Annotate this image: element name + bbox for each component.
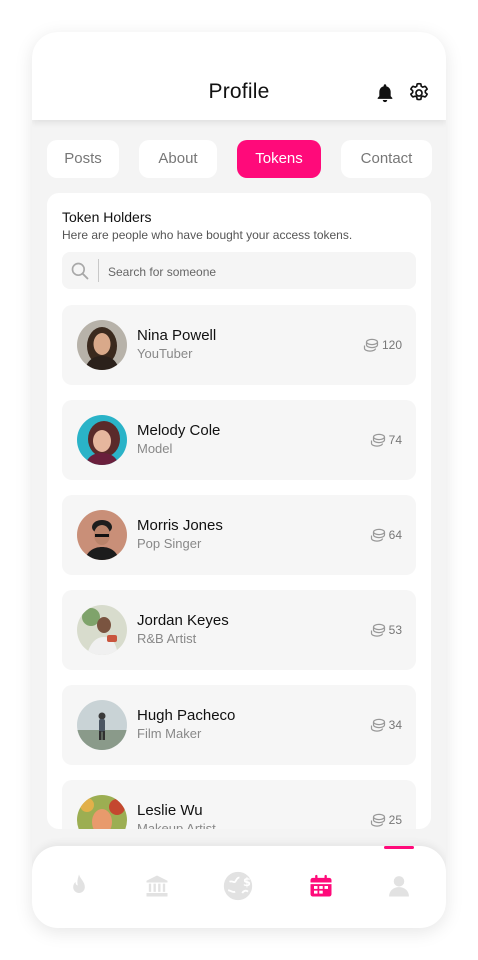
search-icon	[71, 262, 89, 280]
holder-name: Morris Jones	[137, 517, 223, 534]
coins-icon	[370, 813, 385, 827]
coins-icon	[370, 623, 385, 637]
search-input[interactable]	[106, 252, 410, 291]
holder-role: YouTuber	[137, 346, 193, 361]
holder-role: Makeup Artist	[137, 821, 216, 829]
list-item[interactable]: Jordan Keyes R&B Artist 53	[62, 590, 416, 670]
holder-role: Film Maker	[137, 726, 202, 741]
list-item[interactable]: Morris Jones Pop Singer 64	[62, 495, 416, 575]
holder-name: Leslie Wu	[137, 802, 203, 819]
avatar	[77, 700, 127, 750]
token-count: 120	[363, 337, 402, 353]
active-nav-indicator	[384, 846, 414, 849]
token-value: 34	[388, 718, 402, 732]
user-icon[interactable]	[385, 872, 413, 900]
token-value: 74	[388, 433, 402, 447]
phone-screen: Profile Posts About Tokens Contact Token…	[32, 32, 446, 928]
token-value: 64	[388, 528, 402, 542]
token-count: 25	[370, 812, 402, 828]
svg-text:$: $	[243, 875, 251, 889]
token-count: 34	[370, 717, 402, 733]
tab-contact[interactable]: Contact	[341, 140, 432, 178]
flame-icon[interactable]	[65, 872, 93, 900]
coins-icon	[370, 433, 385, 447]
coins-icon	[370, 718, 385, 732]
token-value: 53	[388, 623, 402, 637]
token-count: 74	[370, 432, 402, 448]
coins-icon	[363, 338, 379, 352]
avatar	[77, 795, 127, 829]
list-item[interactable]: Melody Cole Model 74	[62, 400, 416, 480]
calendar-icon[interactable]	[307, 872, 335, 900]
profile-tabs: Posts About Tokens Contact	[47, 140, 432, 178]
tab-about[interactable]: About	[139, 140, 217, 178]
token-count: 64	[370, 527, 402, 543]
holder-name: Nina Powell	[137, 327, 217, 344]
avatar	[77, 320, 127, 370]
search-divider	[98, 259, 99, 282]
token-value: 120	[381, 338, 402, 352]
bank-icon[interactable]	[143, 872, 171, 900]
tab-posts[interactable]: Posts	[47, 140, 119, 178]
holder-role: Model	[137, 441, 173, 456]
search-bar	[62, 252, 416, 291]
gear-icon[interactable]	[408, 82, 430, 104]
holder-name: Jordan Keyes	[137, 612, 229, 629]
holder-name: Hugh Pacheco	[137, 707, 236, 724]
avatar	[77, 510, 127, 560]
coins-icon	[370, 528, 385, 542]
token-holders-card: Token Holders Here are people who have b…	[47, 193, 431, 829]
section-title: Token Holders	[62, 209, 152, 225]
holder-role: R&B Artist	[137, 631, 197, 646]
list-item[interactable]: Nina Powell YouTuber 120	[62, 305, 416, 385]
list-item[interactable]: Hugh Pacheco Film Maker 34	[62, 685, 416, 765]
bottom-nav: $	[32, 846, 446, 928]
tab-tokens[interactable]: Tokens	[237, 140, 321, 178]
section-subtitle: Here are people who have bought your acc…	[62, 228, 353, 242]
avatar	[77, 415, 127, 465]
app-header: Profile	[32, 32, 446, 120]
list-item[interactable]: Leslie Wu Makeup Artist 25	[62, 780, 416, 829]
holder-role: Pop Singer	[137, 536, 202, 551]
globe-dollar-icon[interactable]: $	[221, 869, 255, 903]
avatar	[77, 605, 127, 655]
token-count: 53	[370, 622, 402, 638]
token-value: 25	[388, 813, 402, 827]
bell-icon[interactable]	[374, 82, 396, 104]
holder-name: Melody Cole	[137, 422, 221, 439]
